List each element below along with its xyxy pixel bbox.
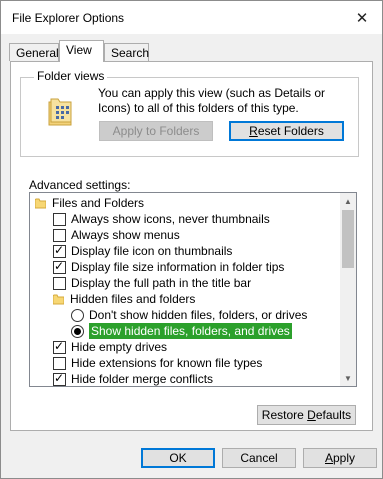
scroll-up-icon[interactable]: ▲ [340,193,356,209]
folder-views-label: Folder views [34,69,108,84]
apply-label: pply [333,451,356,465]
tree-item-label: Hide extensions for known file types [71,356,263,370]
tree-checkbox-item[interactable]: ✓ Hide folder merge conflicts [53,370,214,386]
tree-radio-item[interactable]: Don't show hidden files, folders, or dri… [71,307,307,323]
tab-general[interactable]: General [9,43,59,61]
checkbox-checked[interactable]: ✓ [53,338,66,354]
apply-to-folders-button[interactable]: Apply to Folders [99,121,213,141]
restore-defaults-button[interactable]: Restore Defaults [257,405,356,425]
tree-item-label: Hide empty drives [71,340,168,354]
tree-item-label: Display the full path in the title bar [71,276,252,290]
reset-hotkey: R [249,124,258,138]
tree-item-label: Don't show hidden files, folders, or dri… [89,308,308,322]
tree-item-label: Files and Folders [52,196,145,210]
radio-button-selected[interactable] [71,324,84,338]
restore-label-post: efaults [315,408,352,422]
scroll-down-icon[interactable]: ▼ [340,370,356,386]
apply-hotkey: A [324,451,333,465]
vertical-scrollbar[interactable]: ▲ ▼ [340,193,356,386]
cancel-button[interactable]: Cancel [222,448,296,468]
tree-item-label: Always show icons, never thumbnails [71,212,270,226]
tab-search[interactable]: Search [104,43,149,61]
tree-checkbox-item[interactable]: ✓ Hide empty drives [53,339,167,355]
tree-checkbox-item[interactable]: Always show menus [53,227,180,243]
close-icon[interactable]: ✕ [342,1,382,34]
folder-icon [53,294,64,304]
check-icon: ✓ [54,338,65,353]
checkbox-checked[interactable]: ✓ [53,258,66,274]
ok-button[interactable]: OK [141,448,215,468]
title-bar: File Explorer Options ✕ [1,1,382,34]
radio-button[interactable] [71,308,84,322]
apply-button[interactable]: Apply [303,448,377,468]
tree-folder-files-and-folders: Files and Folders [35,195,144,211]
tree-checkbox-item[interactable]: ✓ Display file icon on thumbnails [53,243,232,259]
check-icon: ✓ [54,258,65,273]
tree-item-label: Always show menus [71,228,180,242]
radio-dot-icon [74,327,81,335]
tree-item-label: Display file icon on thumbnails [71,244,233,258]
checkbox[interactable] [53,356,66,370]
tree-radio-item-selected[interactable]: Show hidden files, folders, and drives [71,323,292,339]
restore-hotkey: D [307,408,316,422]
tree-checkbox-item[interactable]: Hide extensions for known file types [53,355,262,371]
check-icon: ✓ [54,242,65,257]
tree-item-label: Display file size information in folder … [71,260,285,274]
tree-item-label-highlighted: Show hidden files, folders, and drives [89,323,292,339]
tree-checkbox-item[interactable]: Always show icons, never thumbnails [53,211,270,227]
file-explorer-options-dialog: File Explorer Options ✕ General View Sea… [0,0,383,479]
advanced-settings-label: Advanced settings: [29,178,131,192]
checkbox[interactable] [53,228,66,242]
checkbox[interactable] [53,276,66,290]
checkbox[interactable] [53,212,66,226]
folder-icon [35,198,46,208]
checkbox-checked[interactable]: ✓ [53,370,66,386]
tree-checkbox-item[interactable]: Display the full path in the title bar [53,275,251,291]
tree-folder-hidden-files: Hidden files and folders [53,291,195,307]
check-icon: ✓ [54,370,65,385]
window-title: File Explorer Options [12,11,125,25]
reset-label: eset Folders [257,124,324,138]
tree-checkbox-item[interactable]: ✓ Display file size information in folde… [53,259,284,275]
tree-item-label: Hidden files and folders [70,292,196,306]
tree-item-label: Hide folder merge conflicts [71,372,214,386]
folder-views-icon [48,98,72,126]
advanced-settings-tree[interactable]: Files and Folders Always show icons, nev… [29,192,357,387]
folder-views-description: You can apply this view (such as Details… [98,86,326,115]
restore-label-pre: Restore [261,408,308,422]
reset-folders-button[interactable]: Reset Folders [229,121,344,141]
tab-view[interactable]: View [59,40,104,62]
scrollbar-thumb[interactable] [342,210,354,268]
checkbox-checked[interactable]: ✓ [53,242,66,258]
